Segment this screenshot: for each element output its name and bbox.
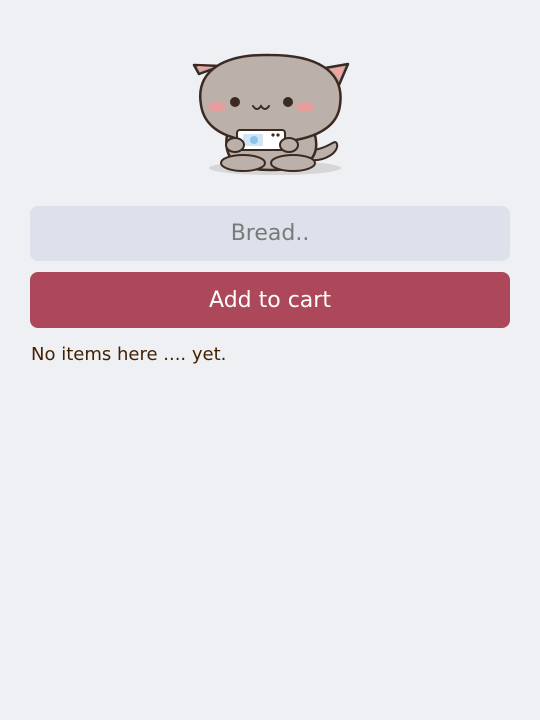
cat-mascot-icon xyxy=(185,50,355,180)
item-input[interactable] xyxy=(30,206,510,261)
cat-holding-phone-icon xyxy=(192,53,350,175)
add-to-cart-button[interactable]: Add to cart xyxy=(30,272,510,328)
shopping-list-app: Add to cart No items here .... yet. xyxy=(0,0,540,720)
empty-list-message: No items here .... yet. xyxy=(31,344,227,365)
